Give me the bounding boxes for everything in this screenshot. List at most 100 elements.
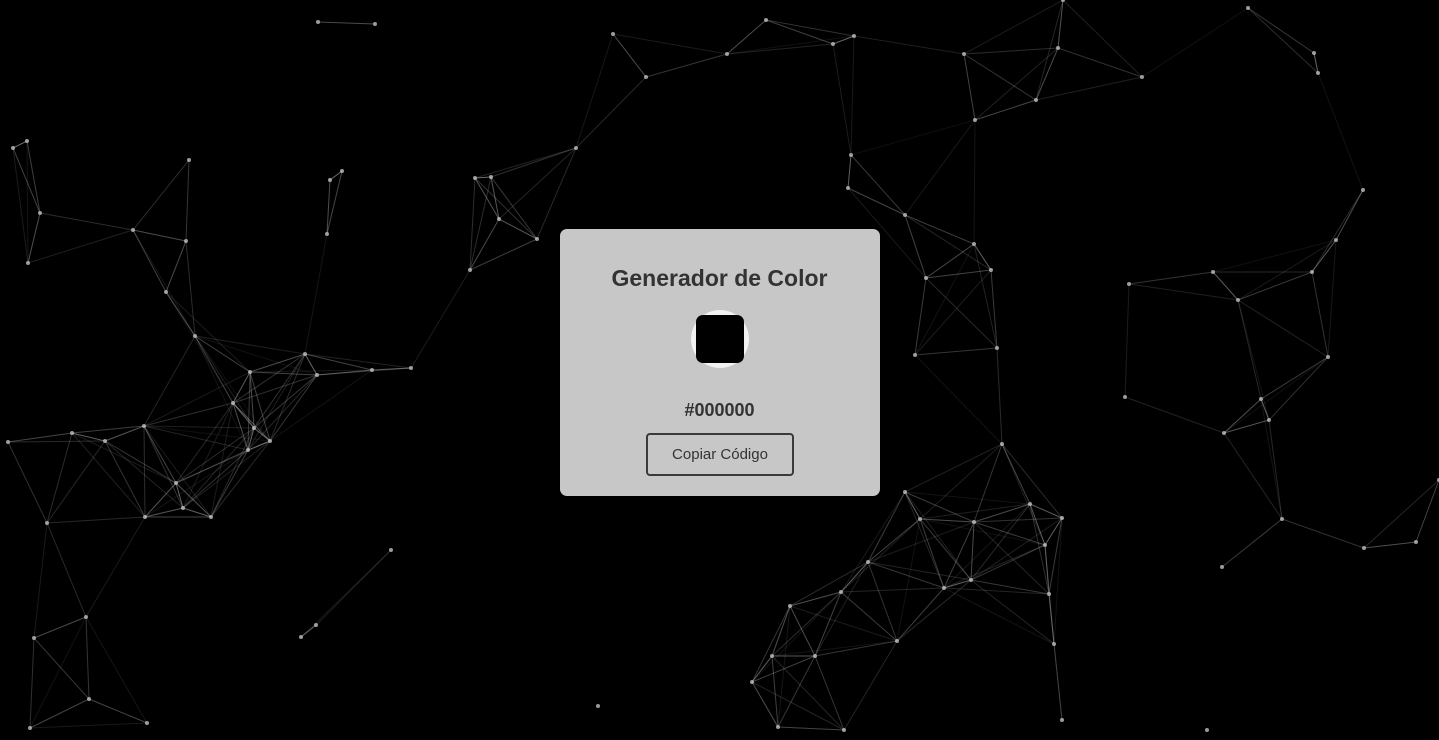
particle-link — [182, 427, 255, 509]
particle-node — [788, 604, 792, 608]
particle-node — [535, 237, 539, 241]
particle-node — [497, 217, 501, 221]
particle-link — [840, 587, 945, 593]
particle-node — [28, 726, 32, 730]
particle-node — [972, 242, 976, 246]
particle-link — [300, 624, 317, 638]
particle-link — [840, 591, 898, 642]
particle-link — [143, 425, 177, 484]
particle-link — [970, 503, 1031, 581]
particle-link — [132, 159, 190, 231]
particle-node — [370, 368, 374, 372]
color-preview-ring — [691, 310, 749, 368]
particle-node — [1047, 592, 1051, 596]
particle-link — [144, 507, 184, 518]
copy-code-button[interactable]: Copiar Código — [646, 433, 794, 476]
particle-node — [389, 548, 393, 552]
particle-link — [304, 233, 328, 355]
particle-link — [789, 605, 816, 657]
particle-node — [473, 176, 477, 180]
particle-link — [33, 616, 87, 639]
particle-link — [490, 176, 538, 240]
particle-link — [1281, 518, 1365, 549]
particle-node — [268, 439, 272, 443]
particle-link — [7, 432, 73, 443]
particle-link — [46, 432, 73, 524]
particle-node — [1362, 546, 1366, 550]
particle-link — [850, 119, 976, 156]
particle-node — [1220, 565, 1224, 569]
particle-link — [29, 698, 90, 729]
particle-link — [996, 347, 1003, 445]
particle-node — [1123, 395, 1127, 399]
particle-node — [70, 431, 74, 435]
particle-link — [249, 371, 318, 376]
particle-node — [1140, 75, 1144, 79]
particle-node — [489, 175, 493, 179]
particle-link — [814, 640, 898, 657]
particle-link — [867, 518, 921, 563]
particle-link — [1363, 479, 1439, 549]
particle-link — [33, 637, 90, 700]
particle-node — [187, 158, 191, 162]
particle-node — [596, 704, 600, 708]
particle-node — [145, 721, 149, 725]
particle-node — [1060, 516, 1064, 520]
particle-link — [7, 441, 48, 524]
particle-link — [132, 229, 187, 242]
particle-link — [1223, 432, 1283, 520]
particle-link — [1141, 7, 1249, 78]
particle-node — [813, 654, 817, 658]
particle-link — [1327, 239, 1337, 358]
particle-link — [26, 140, 41, 214]
particle-link — [1029, 503, 1050, 595]
particle-link — [194, 335, 271, 442]
particle-node — [972, 520, 976, 524]
particle-node — [725, 52, 729, 56]
particle-link — [29, 722, 148, 729]
particle-node — [174, 481, 178, 485]
particle-link — [919, 503, 1031, 520]
particle-link — [973, 503, 1031, 523]
particle-node — [1205, 728, 1209, 732]
particle-node — [45, 521, 49, 525]
particle-link — [904, 491, 1031, 505]
particle-link — [1221, 518, 1283, 568]
particle-node — [644, 75, 648, 79]
particle-link — [1237, 299, 1329, 358]
particle-node — [181, 506, 185, 510]
particle-link — [771, 655, 779, 728]
particle-link — [814, 655, 845, 731]
particle-node — [1052, 642, 1056, 646]
particle-link — [71, 432, 146, 518]
particle-link — [575, 76, 647, 149]
card-title: Generador de Color — [611, 265, 828, 291]
particle-node — [1361, 188, 1365, 192]
particle-node — [131, 228, 135, 232]
particle-node — [1280, 517, 1284, 521]
particle-link — [1035, 0, 1064, 101]
particle-node — [316, 20, 320, 24]
particle-link — [847, 154, 852, 189]
particle-link — [777, 605, 791, 728]
particle-link — [165, 291, 251, 373]
particle-link — [71, 425, 145, 434]
particle-node — [252, 426, 256, 430]
particle-link — [46, 440, 106, 524]
particle-link — [1223, 356, 1329, 434]
particle-link — [27, 212, 41, 264]
particle-link — [26, 140, 29, 264]
particle-link — [914, 347, 998, 356]
hex-code-label: #000000 — [684, 400, 755, 420]
particle-link — [867, 561, 898, 642]
particle-link — [1311, 189, 1364, 273]
particle-link — [210, 427, 255, 518]
particle-link — [904, 119, 976, 216]
particle-link — [1001, 443, 1046, 546]
particle-link — [1035, 47, 1059, 101]
particle-link — [840, 561, 869, 593]
particle-link — [1057, 0, 1064, 49]
particle-node — [995, 346, 999, 350]
particle-node — [184, 239, 188, 243]
particle-link — [789, 605, 898, 642]
